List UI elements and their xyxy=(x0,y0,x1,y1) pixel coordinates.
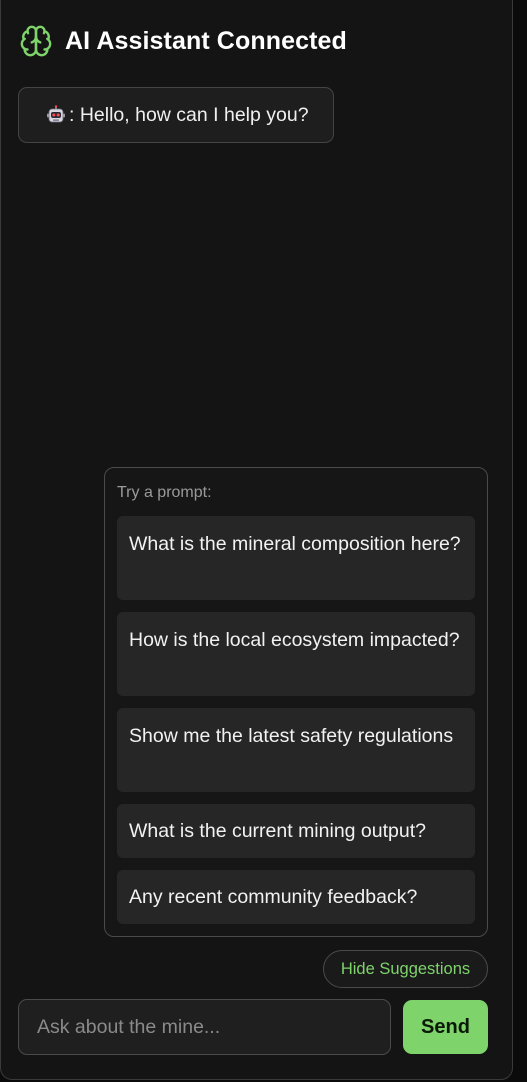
bot-message-text: : Hello, how can I help you? xyxy=(69,103,309,126)
hide-suggestions-button[interactable]: Hide Suggestions xyxy=(323,950,488,988)
suggestion-prompt[interactable]: How is the local ecosystem impacted? xyxy=(117,612,475,696)
header-title: AI Assistant Connected xyxy=(65,26,347,55)
chat-header: AI Assistant Connected xyxy=(19,24,347,58)
suggestion-prompt[interactable]: Any recent community feedback? xyxy=(117,870,475,924)
suggestion-prompt[interactable]: What is the current mining output? xyxy=(117,804,475,858)
brain-icon xyxy=(20,25,52,57)
send-button[interactable]: Send xyxy=(403,1000,488,1054)
suggestion-prompt[interactable]: Show me the latest safety regulations xyxy=(117,708,475,792)
robot-icon xyxy=(47,105,65,123)
bot-message: : Hello, how can I help you? xyxy=(18,87,334,143)
suggestions-box: Try a prompt: What is the mineral compos… xyxy=(104,467,488,937)
suggestions-heading: Try a prompt: xyxy=(117,484,212,501)
suggestion-prompt[interactable]: What is the mineral composition here? xyxy=(117,516,475,600)
message-input[interactable] xyxy=(18,999,391,1055)
